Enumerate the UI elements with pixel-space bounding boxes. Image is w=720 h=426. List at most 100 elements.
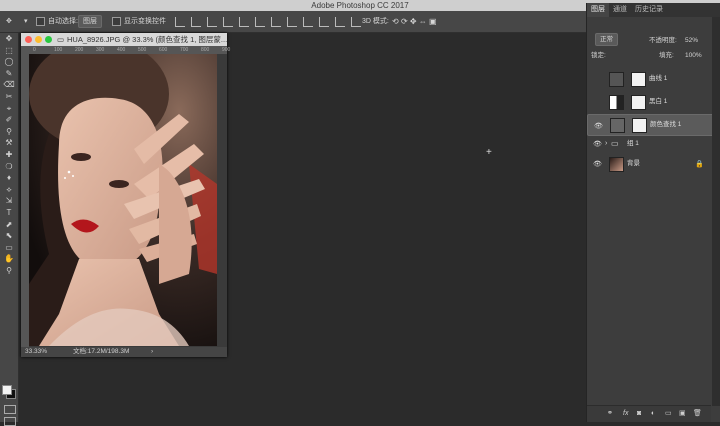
align-right-icon[interactable] [255, 16, 265, 27]
distribute-right-icon[interactable] [351, 16, 361, 27]
3d-drag-icon[interactable]: ✥ [410, 11, 417, 32]
layer-row-curves[interactable]: 曲线 1 [587, 69, 711, 89]
tool-11-icon[interactable]: ❍ [0, 161, 18, 173]
tool-14-icon[interactable]: ⇲ [0, 195, 18, 207]
distribute-middle-icon[interactable] [287, 16, 297, 27]
layer-row-black-white[interactable]: 黑白 1 [587, 92, 711, 112]
tool-4-icon[interactable]: ⌫ [0, 79, 18, 91]
layer-select-dropdown[interactable]: 图层 [78, 11, 102, 32]
tool-1-icon[interactable]: ⬚ [0, 45, 18, 57]
auto-select-label: 自动选择: [48, 18, 78, 25]
3d-roll-icon[interactable]: ⟳ [401, 11, 408, 32]
link-icon[interactable]: ⚭ [607, 406, 613, 422]
tab-history[interactable]: 历史记录 [631, 3, 667, 17]
3d-slide-icon[interactable]: ⇔ [419, 11, 427, 32]
tool-6-icon[interactable]: ⌖ [0, 103, 18, 115]
tool-17-icon[interactable]: ⬉ [0, 230, 18, 242]
align-left-icon[interactable] [223, 16, 233, 27]
distribute-bottom-icon[interactable] [303, 16, 313, 27]
tool-8-icon[interactable]: ⚲ [0, 126, 18, 138]
opacity-value[interactable]: 52% [685, 33, 698, 48]
tool-12-icon[interactable]: ♦ [0, 172, 18, 184]
tool-3-icon[interactable]: ✎ [0, 68, 18, 80]
show-transform-option[interactable]: 显示变换控件 [112, 11, 166, 32]
tab-channels[interactable]: 通道 [609, 3, 631, 17]
distribute-top-icon[interactable] [271, 16, 281, 27]
tool-5-icon[interactable]: ✂ [0, 91, 18, 103]
tool-20-icon[interactable]: ⚲ [0, 265, 18, 277]
layer-name[interactable]: 颜色查找 1 [650, 115, 681, 135]
tool-0-icon[interactable]: ✥ [0, 33, 18, 45]
layer-mask-thumbnail[interactable] [631, 72, 646, 87]
tool-10-icon[interactable]: ✚ [0, 149, 18, 161]
close-window-icon[interactable] [25, 36, 32, 43]
layer-row-background[interactable]: 👁 背景 🔒 [587, 154, 711, 174]
tool-16-icon[interactable]: ⬈ [0, 219, 18, 231]
tool-2-icon[interactable]: ◯ [0, 56, 18, 68]
tool-7-icon[interactable]: ✐ [0, 114, 18, 126]
new-layer-icon[interactable]: ▣ [679, 406, 686, 422]
opacity-label: 不透明度: [649, 37, 677, 44]
zoom-window-icon[interactable] [45, 36, 52, 43]
auto-select-option[interactable]: 自动选择: [36, 11, 78, 32]
layer-name[interactable]: 背景 [627, 154, 640, 174]
ruler-tick-label: 800 [201, 47, 210, 53]
photo-canvas[interactable] [29, 54, 217, 346]
3d-scale-icon[interactable]: ▣ [429, 11, 437, 32]
ruler-tick-label: 400 [117, 47, 126, 53]
document-icon: ▭ [57, 35, 65, 44]
tool-18-icon[interactable]: ▭ [0, 242, 18, 254]
layer-name[interactable]: 黑白 1 [649, 92, 667, 112]
auto-select-checkbox[interactable] [36, 17, 45, 26]
tab-layers[interactable]: 图层 [587, 3, 609, 17]
align-buttons[interactable] [172, 11, 364, 32]
distribute-left-icon[interactable] [319, 16, 329, 27]
tool-preset-chevron-icon[interactable]: ▾ [24, 11, 28, 32]
tool-15-icon[interactable]: T [0, 207, 18, 219]
adjustment-icon[interactable]: ◐ [651, 406, 655, 422]
3d-rotate-icon[interactable]: ⟲ [392, 11, 399, 32]
distribute-center-icon[interactable] [335, 16, 345, 27]
zoom-level[interactable]: 33.33% [25, 347, 47, 357]
layer-name[interactable]: 组 1 [627, 134, 639, 154]
blend-mode-dropdown[interactable]: 正常 [595, 33, 618, 46]
layer-mask-thumbnail[interactable] [632, 118, 647, 133]
document-tab[interactable]: ▭ HUA_8926.JPG @ 33.3% (颜色查找 1, 图层蒙... [21, 33, 227, 46]
layer-name[interactable]: 曲线 1 [649, 69, 667, 89]
panel-scrollbar[interactable] [712, 17, 720, 406]
fill-value[interactable]: 100% [685, 48, 702, 63]
horizontal-ruler[interactable]: 0 100 200 300 400 500 600 700 800 900 [29, 46, 230, 54]
folder-icon[interactable]: ▭ [665, 406, 672, 422]
trash-icon[interactable]: 🗑 [693, 406, 702, 422]
show-transform-checkbox[interactable] [112, 17, 121, 26]
ruler-tick-label: 0 [33, 47, 36, 53]
quick-mask-icon[interactable] [4, 405, 16, 414]
align-top-icon[interactable] [175, 16, 185, 27]
tool-9-icon[interactable]: ⚒ [0, 137, 18, 149]
tool-13-icon[interactable]: ⟡ [0, 184, 18, 196]
expand-chevron-icon[interactable]: › [605, 140, 607, 147]
move-tool-icon[interactable]: ✥ [6, 11, 12, 32]
file-info: 文档:17.2M/198.3M [73, 348, 130, 355]
tool-19-icon[interactable]: ✋ [0, 253, 18, 265]
eye-icon[interactable]: 👁 [593, 140, 602, 148]
layer-row-color-lookup[interactable]: 👁 颜色查找 1 [587, 114, 720, 136]
eye-icon[interactable]: 👁 [594, 121, 603, 132]
vertical-ruler[interactable] [21, 46, 29, 347]
foreground-color-swatch[interactable] [2, 385, 12, 395]
align-bottom-icon[interactable] [207, 16, 217, 27]
minimize-window-icon[interactable] [35, 36, 42, 43]
layers-panel-footer: ⚭ fx ◙ ◐ ▭ ▣ 🗑 [587, 405, 711, 422]
fx-icon[interactable]: fx [623, 406, 628, 422]
layer-mask-thumbnail[interactable] [631, 95, 646, 110]
document-window[interactable]: ▭ HUA_8926.JPG @ 33.3% (颜色查找 1, 图层蒙... 0… [21, 33, 230, 357]
show-transform-label: 显示变换控件 [124, 18, 166, 25]
3d-tools[interactable]: ⟲ ⟳ ✥ ⇔ ▣ [392, 11, 437, 32]
eye-icon[interactable]: 👁 [593, 160, 602, 168]
align-center-icon[interactable] [239, 16, 249, 27]
layer-row-group[interactable]: 👁 › ▭ 组 1 [587, 134, 711, 154]
mask-icon[interactable]: ◙ [637, 406, 641, 422]
lock-row: 锁定: 填充: 100% [587, 48, 720, 63]
align-middle-icon[interactable] [191, 16, 201, 27]
status-arrow-icon[interactable]: › [151, 347, 153, 357]
